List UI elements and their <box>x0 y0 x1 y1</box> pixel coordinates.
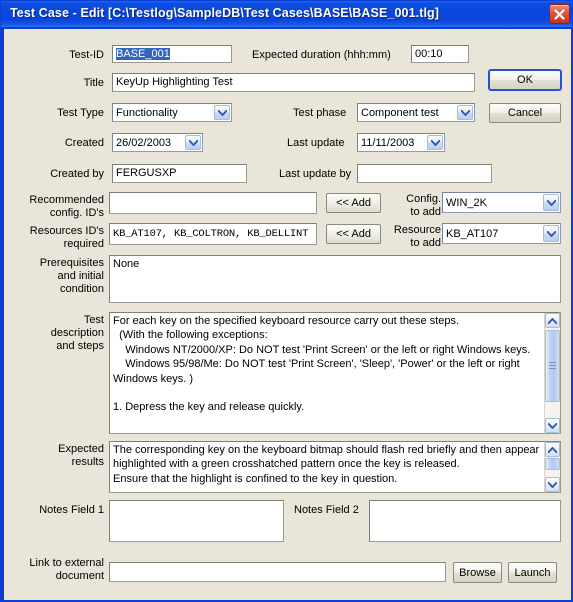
label-test-type: Test Type <box>57 107 104 119</box>
test-id-input[interactable]: BASE_001 <box>112 45 232 63</box>
label-title: Title <box>83 77 104 89</box>
chevron-down-icon[interactable] <box>543 225 559 242</box>
test-description-value: For each key on the specified keyboard r… <box>113 315 531 414</box>
chevron-glyph <box>546 230 556 237</box>
label-config-to-add: Config. to add <box>406 193 441 218</box>
resource-to-add-combo[interactable]: KB_AT107 <box>442 223 561 244</box>
label-test-description: Test description and steps <box>50 314 104 352</box>
chevron-glyph <box>217 109 227 116</box>
scroll-down-icon[interactable] <box>545 418 560 433</box>
last-update-date-value: 11/11/2003 <box>361 137 415 149</box>
title-input[interactable]: KeyUp Highlighting Test <box>112 73 475 92</box>
scroll-thumb[interactable] <box>545 458 560 470</box>
notes-field-1-value <box>110 501 283 502</box>
test-type-value: Functionality <box>116 107 178 119</box>
label-resources-ids-required: Resources ID's required <box>29 225 104 250</box>
scroll-down-icon[interactable] <box>545 477 560 492</box>
notes-field-2-textarea[interactable] <box>369 500 561 542</box>
resource-to-add-value: KB_AT107 <box>446 228 499 240</box>
prerequisites-value: None <box>113 258 140 270</box>
chevron-down-icon[interactable] <box>457 105 473 120</box>
test-description-textarea[interactable]: For each key on the specified keyboard r… <box>109 312 561 434</box>
caret-up-glyph <box>548 446 557 453</box>
label-created: Created <box>64 137 104 149</box>
caret-down-glyph <box>548 481 557 488</box>
scroll-up-icon[interactable] <box>545 442 560 457</box>
recommended-config-ids-input[interactable] <box>109 192 317 214</box>
test-phase-value: Component test <box>361 107 439 119</box>
label-expected-results: Expected results <box>58 443 104 468</box>
label-prerequisites: Prerequisites and initial condition <box>39 257 104 295</box>
label-created-by: Created by <box>50 168 104 180</box>
caret-up-glyph <box>548 317 557 324</box>
config-to-add-value: WIN_2K <box>446 197 487 209</box>
link-to-external-document-input[interactable] <box>109 562 446 582</box>
last-update-date-combo[interactable]: 11/11/2003 <box>357 133 445 152</box>
add-resource-button[interactable]: << Add <box>326 224 381 244</box>
chevron-glyph <box>546 199 556 206</box>
cancel-button[interactable]: Cancel <box>489 103 561 123</box>
test-id-value: BASE_001 <box>116 48 170 60</box>
ok-button[interactable]: OK <box>489 70 561 90</box>
expected-results-value: The corresponding key on the keyboard bi… <box>113 444 540 485</box>
launch-button[interactable]: Launch <box>508 562 557 583</box>
prerequisites-textarea[interactable]: None <box>109 255 561 303</box>
config-to-add-combo[interactable]: WIN_2K <box>442 192 561 213</box>
test-case-edit-dialog: Test Case - Edit [C:\Testlog\SampleDB\Te… <box>0 0 573 602</box>
created-date-value: 26/02/2003 <box>116 137 172 149</box>
close-x-glyph <box>554 9 565 20</box>
chevron-down-icon[interactable] <box>214 105 230 120</box>
expected-duration-input[interactable]: 00:10 <box>411 45 469 63</box>
chevron-glyph <box>430 139 440 146</box>
chevron-down-icon[interactable] <box>427 135 443 150</box>
resources-ids-required-input[interactable]: KB_AT107, KB_COLTRON, KB_DELLINT <box>109 223 317 245</box>
caret-down-glyph <box>548 422 557 429</box>
notes-field-2-value <box>370 501 560 502</box>
chevron-glyph <box>188 139 198 146</box>
label-link-to-external-document: Link to external document <box>29 557 104 582</box>
window-titlebar[interactable]: Test Case - Edit [C:\Testlog\SampleDB\Te… <box>1 1 572 28</box>
last-update-by-input[interactable] <box>357 164 492 183</box>
expected-results-textarea[interactable]: The corresponding key on the keyboard bi… <box>109 441 561 493</box>
created-date-combo[interactable]: 26/02/2003 <box>112 133 203 152</box>
test-type-combo[interactable]: Functionality <box>112 103 232 122</box>
expected-results-scrollbar[interactable] <box>544 442 560 492</box>
test-phase-combo[interactable]: Component test <box>357 103 475 122</box>
scroll-up-icon[interactable] <box>545 313 560 328</box>
label-recommended-config-ids: Recommended config. ID's <box>29 194 104 219</box>
add-config-button[interactable]: << Add <box>326 193 381 213</box>
label-expected-duration: Expected duration (hhh:mm) <box>252 49 391 61</box>
label-notes-field-1: Notes Field 1 <box>39 504 104 516</box>
scroll-grip-icon <box>549 362 556 370</box>
close-icon[interactable] <box>549 4 570 24</box>
scroll-thumb[interactable] <box>545 330 560 402</box>
label-test-id: Test-ID <box>69 49 104 61</box>
test-description-scrollbar[interactable] <box>544 313 560 433</box>
browse-button[interactable]: Browse <box>453 562 502 583</box>
chevron-glyph <box>460 109 470 116</box>
chevron-down-icon[interactable] <box>185 135 201 150</box>
label-resource-to-add: Resource to add <box>393 224 441 249</box>
chevron-down-icon[interactable] <box>543 194 559 211</box>
notes-field-1-textarea[interactable] <box>109 500 284 542</box>
created-by-input[interactable]: FERGUSXP <box>112 164 247 183</box>
window-title: Test Case - Edit [C:\Testlog\SampleDB\Te… <box>10 6 440 20</box>
dialog-client-area: Test-ID BASE_001 Expected duration (hhh:… <box>4 29 571 600</box>
